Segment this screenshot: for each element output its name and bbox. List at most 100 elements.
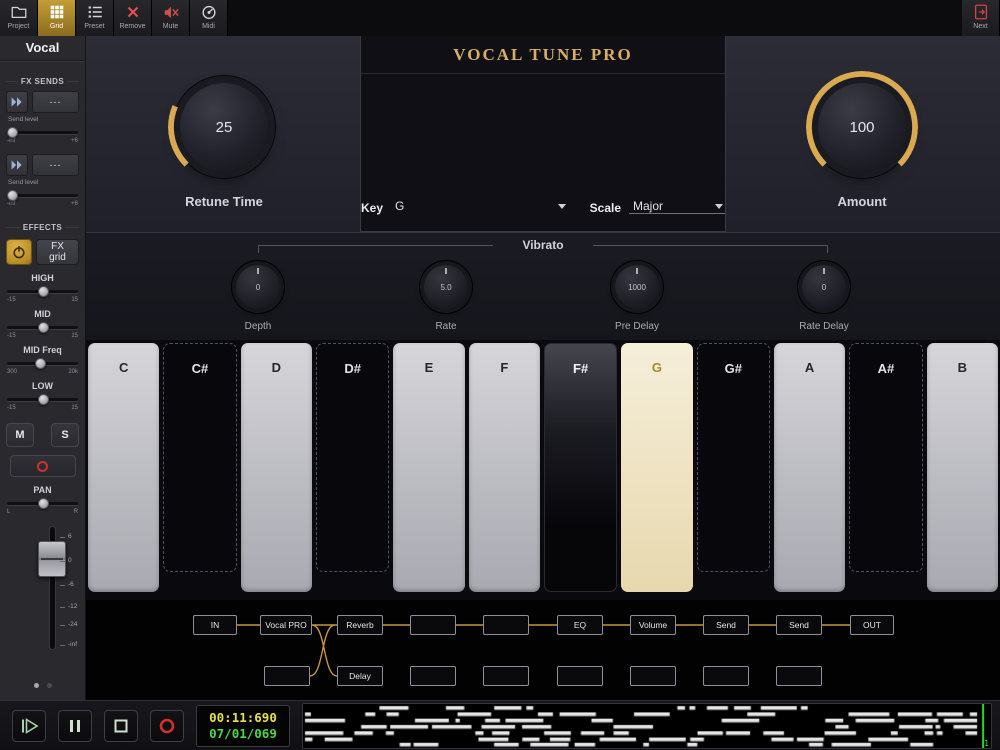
fx-node-reverb[interactable]: Reverb (337, 615, 383, 635)
record-arm-button[interactable] (9, 455, 76, 477)
send-1-route-button[interactable] (6, 91, 28, 113)
fx-node-out[interactable]: OUT (850, 615, 894, 635)
eq-low-label: LOW (32, 381, 53, 391)
track-solo-button[interactable]: S (51, 423, 79, 447)
slider-thumb[interactable] (38, 322, 50, 333)
midi-button[interactable]: Midi (190, 0, 228, 36)
key-note-label: E (424, 360, 434, 375)
fx-node-send[interactable]: Send (703, 615, 749, 635)
key-b[interactable]: B (926, 343, 998, 592)
retune-time-label: Retune Time (185, 194, 263, 209)
eq-high-slider[interactable] (6, 285, 79, 297)
next-button[interactable]: Next (962, 0, 1000, 36)
knob-dial[interactable]: 0 (236, 265, 280, 309)
grid-button[interactable]: Grid (38, 0, 76, 36)
knob-dial[interactable]: 1000 (615, 265, 659, 309)
eq-low-slider[interactable] (6, 393, 79, 405)
track-name: Vocal (0, 36, 85, 61)
stop-button[interactable] (104, 709, 138, 742)
knob-dial[interactable]: 0 (802, 265, 846, 309)
fader-tick: -24 (59, 621, 78, 628)
fx-node-volume[interactable]: Volume (630, 615, 676, 635)
vibrato-knob-pre-delay[interactable]: 1000 Pre Delay (577, 265, 697, 332)
vibrato-knob-rate[interactable]: 5.0 Rate (386, 265, 506, 332)
project-button[interactable]: Project (0, 0, 38, 36)
fader-tick: -6 (60, 581, 74, 588)
play-button[interactable] (12, 709, 46, 742)
send-1-select-button[interactable]: --- (32, 91, 79, 113)
send-2-route-button[interactable] (6, 154, 28, 176)
key-c-sharp[interactable]: C# (163, 343, 237, 572)
key-a[interactable]: A (773, 343, 846, 592)
track-mute-button[interactable]: M (6, 423, 34, 447)
vibrato-knob-depth[interactable]: 0 Depth (198, 265, 318, 332)
preset-list-icon (88, 6, 102, 18)
knob-dial[interactable]: 5.0 (424, 265, 468, 309)
slider-thumb[interactable] (35, 358, 47, 369)
fx-node-empty[interactable] (410, 615, 456, 635)
slider-thumb[interactable] (7, 190, 19, 201)
key-note-label: A (804, 360, 815, 375)
vocal-tune-pro-panel: 25 Retune Time VOCAL TUNE PRO Key G Scal… (86, 36, 1000, 446)
daw-app: Project Grid Preset Remove Mute Midi Nex… (0, 0, 1000, 750)
fx-power-button[interactable] (6, 239, 32, 265)
retune-time-value: 25 (215, 118, 233, 136)
fx-node-send[interactable]: Send (776, 615, 822, 635)
key-d-sharp[interactable]: D# (315, 343, 390, 572)
record-button[interactable] (150, 709, 184, 742)
key-f-sharp[interactable]: F# (543, 343, 618, 592)
eq-midfreq-slider[interactable] (6, 357, 79, 369)
fx-node-empty[interactable] (703, 666, 749, 686)
retune-time-knob[interactable]: 25 (168, 71, 280, 183)
scale-dropdown[interactable]: Major (629, 199, 725, 214)
fx-node-eq[interactable]: EQ (557, 615, 603, 635)
time-display[interactable]: 00:11:690 07/01/069 (196, 704, 290, 747)
send-2-level-slider[interactable] (6, 189, 79, 201)
pause-button[interactable] (58, 709, 92, 742)
fx-node-in[interactable]: IN (193, 615, 237, 635)
fx-node-empty[interactable] (483, 666, 529, 686)
eq-mid-slider[interactable] (6, 321, 79, 333)
send-arrows-icon (11, 97, 22, 107)
key-f[interactable]: F (468, 343, 540, 592)
fx-node-empty[interactable] (557, 666, 603, 686)
fx-node-empty[interactable] (264, 666, 310, 686)
send-2-select-button[interactable]: --- (32, 154, 79, 176)
timeline-overview[interactable]: 1 (302, 702, 992, 749)
fx-node-empty[interactable] (410, 666, 456, 686)
stop-icon (114, 719, 128, 732)
pan-slider[interactable] (6, 497, 79, 509)
fx-grid-button[interactable]: FX grid (36, 239, 79, 265)
preset-button[interactable]: Preset (76, 0, 114, 36)
page-indicator[interactable] (6, 683, 79, 688)
slider-thumb[interactable] (7, 127, 19, 138)
vibrato-knob-rate-delay[interactable]: 0 Rate Delay (764, 265, 884, 332)
slider-thumb[interactable] (38, 394, 50, 405)
fader-tick: 0 (60, 557, 72, 564)
fx-node-delay[interactable]: Delay (337, 666, 383, 686)
key-c[interactable]: C (88, 343, 160, 592)
fx-node-vocal-pro[interactable]: Vocal PRO (260, 615, 312, 635)
fx-node-empty[interactable] (483, 615, 529, 635)
remove-button[interactable]: Remove (114, 0, 152, 36)
knob-value: 0 (821, 282, 827, 292)
key-g[interactable]: G (621, 343, 693, 592)
knob-value: 5.0 (440, 282, 452, 292)
fx-node-empty[interactable] (630, 666, 676, 686)
slider-thumb[interactable] (38, 286, 50, 297)
vibrato-section: Vibrato 0 Depth 5.0 Rate 1000 Pre Delay 0 Rate … (86, 232, 1000, 341)
send-1-level-slider[interactable] (6, 126, 79, 138)
key-e[interactable]: E (393, 343, 465, 592)
volume-fader[interactable]: 6 0 -6 -12 -24 -inf (6, 525, 79, 675)
slider-thumb[interactable] (38, 498, 50, 509)
amount-knob[interactable]: 100 (806, 71, 918, 183)
send-slot-2: --- (6, 154, 79, 176)
key-a-sharp[interactable]: A# (849, 343, 923, 572)
mute-button-toolbar[interactable]: Mute (152, 0, 190, 36)
eq-mid-scale: -15 15 (7, 333, 78, 339)
fx-node-empty[interactable] (776, 666, 822, 686)
key-d[interactable]: D (240, 343, 312, 592)
fader-handle[interactable] (38, 541, 66, 577)
key-g-sharp[interactable]: G# (696, 343, 770, 572)
eq-low-scale: -15 15 (7, 405, 78, 411)
